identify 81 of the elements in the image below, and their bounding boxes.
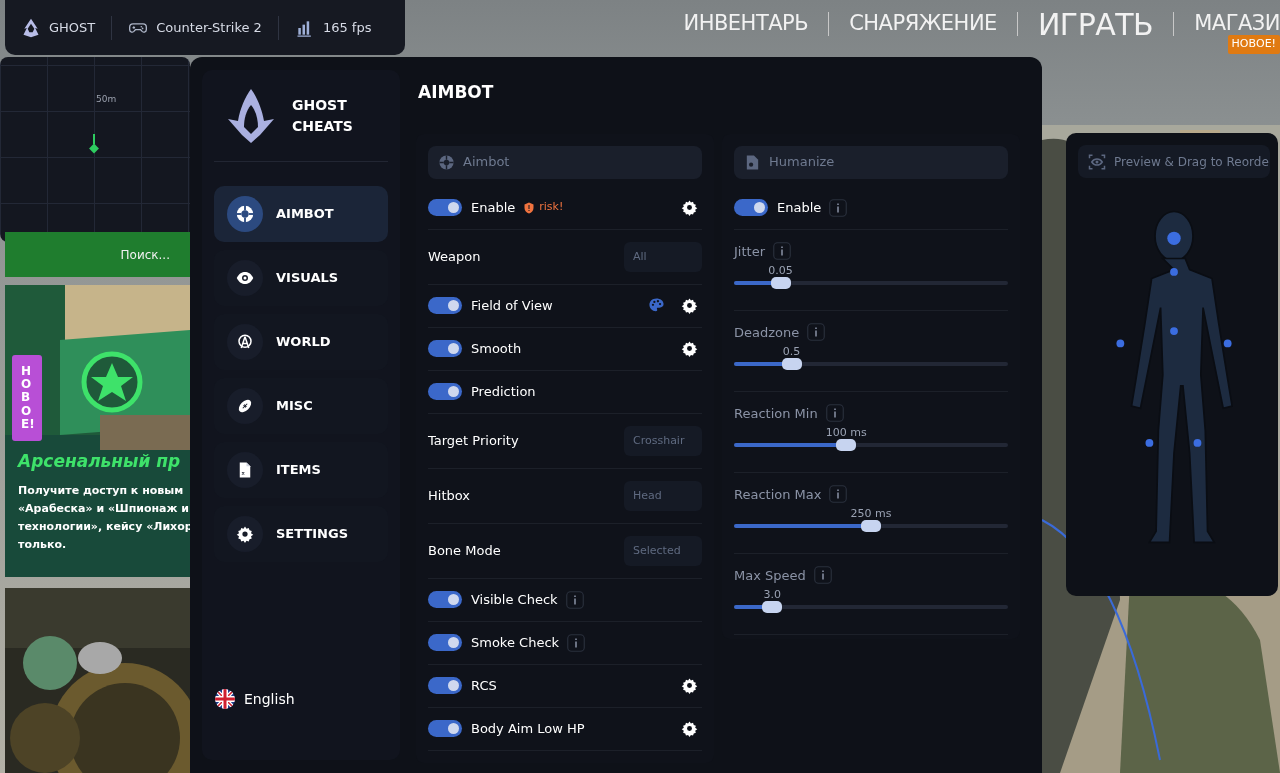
slider-label: Deadzone [734, 323, 800, 342]
toggle-switch[interactable] [428, 383, 462, 400]
page-title: AIMBOT [418, 81, 495, 104]
status-label: Counter-Strike 2 [156, 18, 262, 37]
crosshair-icon [234, 203, 256, 225]
menu-tab[interactable]: ИНВЕНТАРЬ [663, 12, 829, 36]
setting-label: Weapon [428, 247, 481, 266]
radar-distance-label: 50m [96, 93, 117, 106]
ghost-hood-logo-icon [21, 17, 41, 38]
toggle-switch[interactable] [428, 199, 462, 216]
menu-tab[interactable]: ИГРАТЬ [1017, 7, 1174, 41]
menu-tab[interactable]: СНАРЯЖЕНИЕ [829, 12, 1017, 36]
football-icon [236, 397, 254, 415]
new-badge: НОВОЕ! [1227, 35, 1280, 54]
setting-label: Field of View [471, 296, 553, 315]
palette-icon[interactable] [648, 297, 665, 314]
slider-label: Reaction Min [734, 404, 818, 423]
setting-label: Enable [777, 198, 822, 217]
uk-flag-icon [214, 688, 236, 710]
gear-icon [236, 525, 254, 543]
menu-tab[interactable]: МАГАЗИ [1174, 12, 1280, 36]
toggle-switch[interactable] [428, 677, 462, 694]
setting-label: Smooth [471, 339, 522, 358]
gear-icon[interactable] [681, 720, 698, 737]
slider-label: Max Speed [734, 566, 806, 585]
news-text: только. [18, 537, 67, 553]
slider-thumb[interactable] [770, 277, 791, 289]
setting-label: Smoke Check [471, 633, 560, 652]
setting-label: Prediction [471, 382, 536, 401]
section-header: Aimbot [428, 145, 702, 179]
dropdown[interactable]: Selected [624, 535, 702, 566]
dropdown[interactable]: Crosshair [624, 425, 702, 456]
status-label: 165 fps [322, 18, 372, 37]
risk-warning: risk! [539, 199, 564, 216]
gear-icon[interactable] [681, 677, 698, 694]
eye-icon [236, 269, 254, 287]
gear-icon[interactable] [681, 297, 698, 314]
toggle-switch[interactable] [428, 591, 462, 608]
slider-value: 3.0 [763, 587, 782, 603]
setting-label: Body Aim Low HP [471, 719, 585, 738]
dropdown[interactable]: Head [624, 480, 702, 511]
toggle-switch[interactable] [428, 634, 462, 651]
player-marker-icon [89, 134, 99, 154]
eye-frame-icon [1088, 152, 1106, 171]
news-text: «Арабеска» и «Шпионаж и [18, 501, 189, 517]
status-label: GHOST [49, 18, 96, 37]
slider-value: 0.05 [768, 263, 793, 279]
sidebar-nav-item[interactable]: AIMBOT [214, 186, 388, 242]
crosshair-icon [438, 153, 455, 171]
slider-thumb[interactable] [762, 601, 783, 613]
slider-thumb[interactable] [781, 358, 802, 370]
brand-name: GHOST CHEATS [292, 96, 354, 136]
section-header: Preview & Drag to Reorde [1078, 145, 1270, 178]
setting-label: Target Priority [428, 431, 519, 450]
toggle-switch[interactable] [428, 340, 462, 357]
section-header: Humanize [734, 145, 1008, 179]
new-badge: НОВОЕ! [12, 355, 42, 441]
slider-value: 100 ms [825, 425, 867, 441]
toggle-switch[interactable] [428, 720, 462, 737]
slider-thumb[interactable] [861, 520, 881, 532]
language-selector[interactable]: English [244, 688, 295, 710]
news-title: Арсенальный пр [18, 450, 181, 473]
document-icon [744, 153, 761, 171]
gear-icon[interactable] [681, 199, 698, 216]
setting-label: Hitbox [428, 486, 470, 505]
setting-label: Enable [471, 198, 516, 217]
slider-value: 0.5 [782, 344, 801, 360]
setting-label: RCS [471, 676, 497, 695]
news-text: Получите доступ к новым [18, 483, 184, 499]
search-tile[interactable]: Поиск... [5, 232, 190, 277]
toggle-switch[interactable] [428, 297, 462, 314]
toggle-switch[interactable] [734, 199, 768, 216]
slider-label: Jitter [734, 242, 765, 261]
shield-icon [523, 201, 536, 214]
slider-label: Reaction Max [734, 485, 822, 504]
slider-value: 250 ms [850, 506, 892, 522]
setting-label: Bone Mode [428, 541, 501, 560]
slider-thumb[interactable] [836, 439, 857, 451]
dropdown[interactable]: All [624, 241, 702, 272]
gear-icon[interactable] [681, 340, 698, 357]
setting-label: Visible Check [471, 590, 558, 609]
